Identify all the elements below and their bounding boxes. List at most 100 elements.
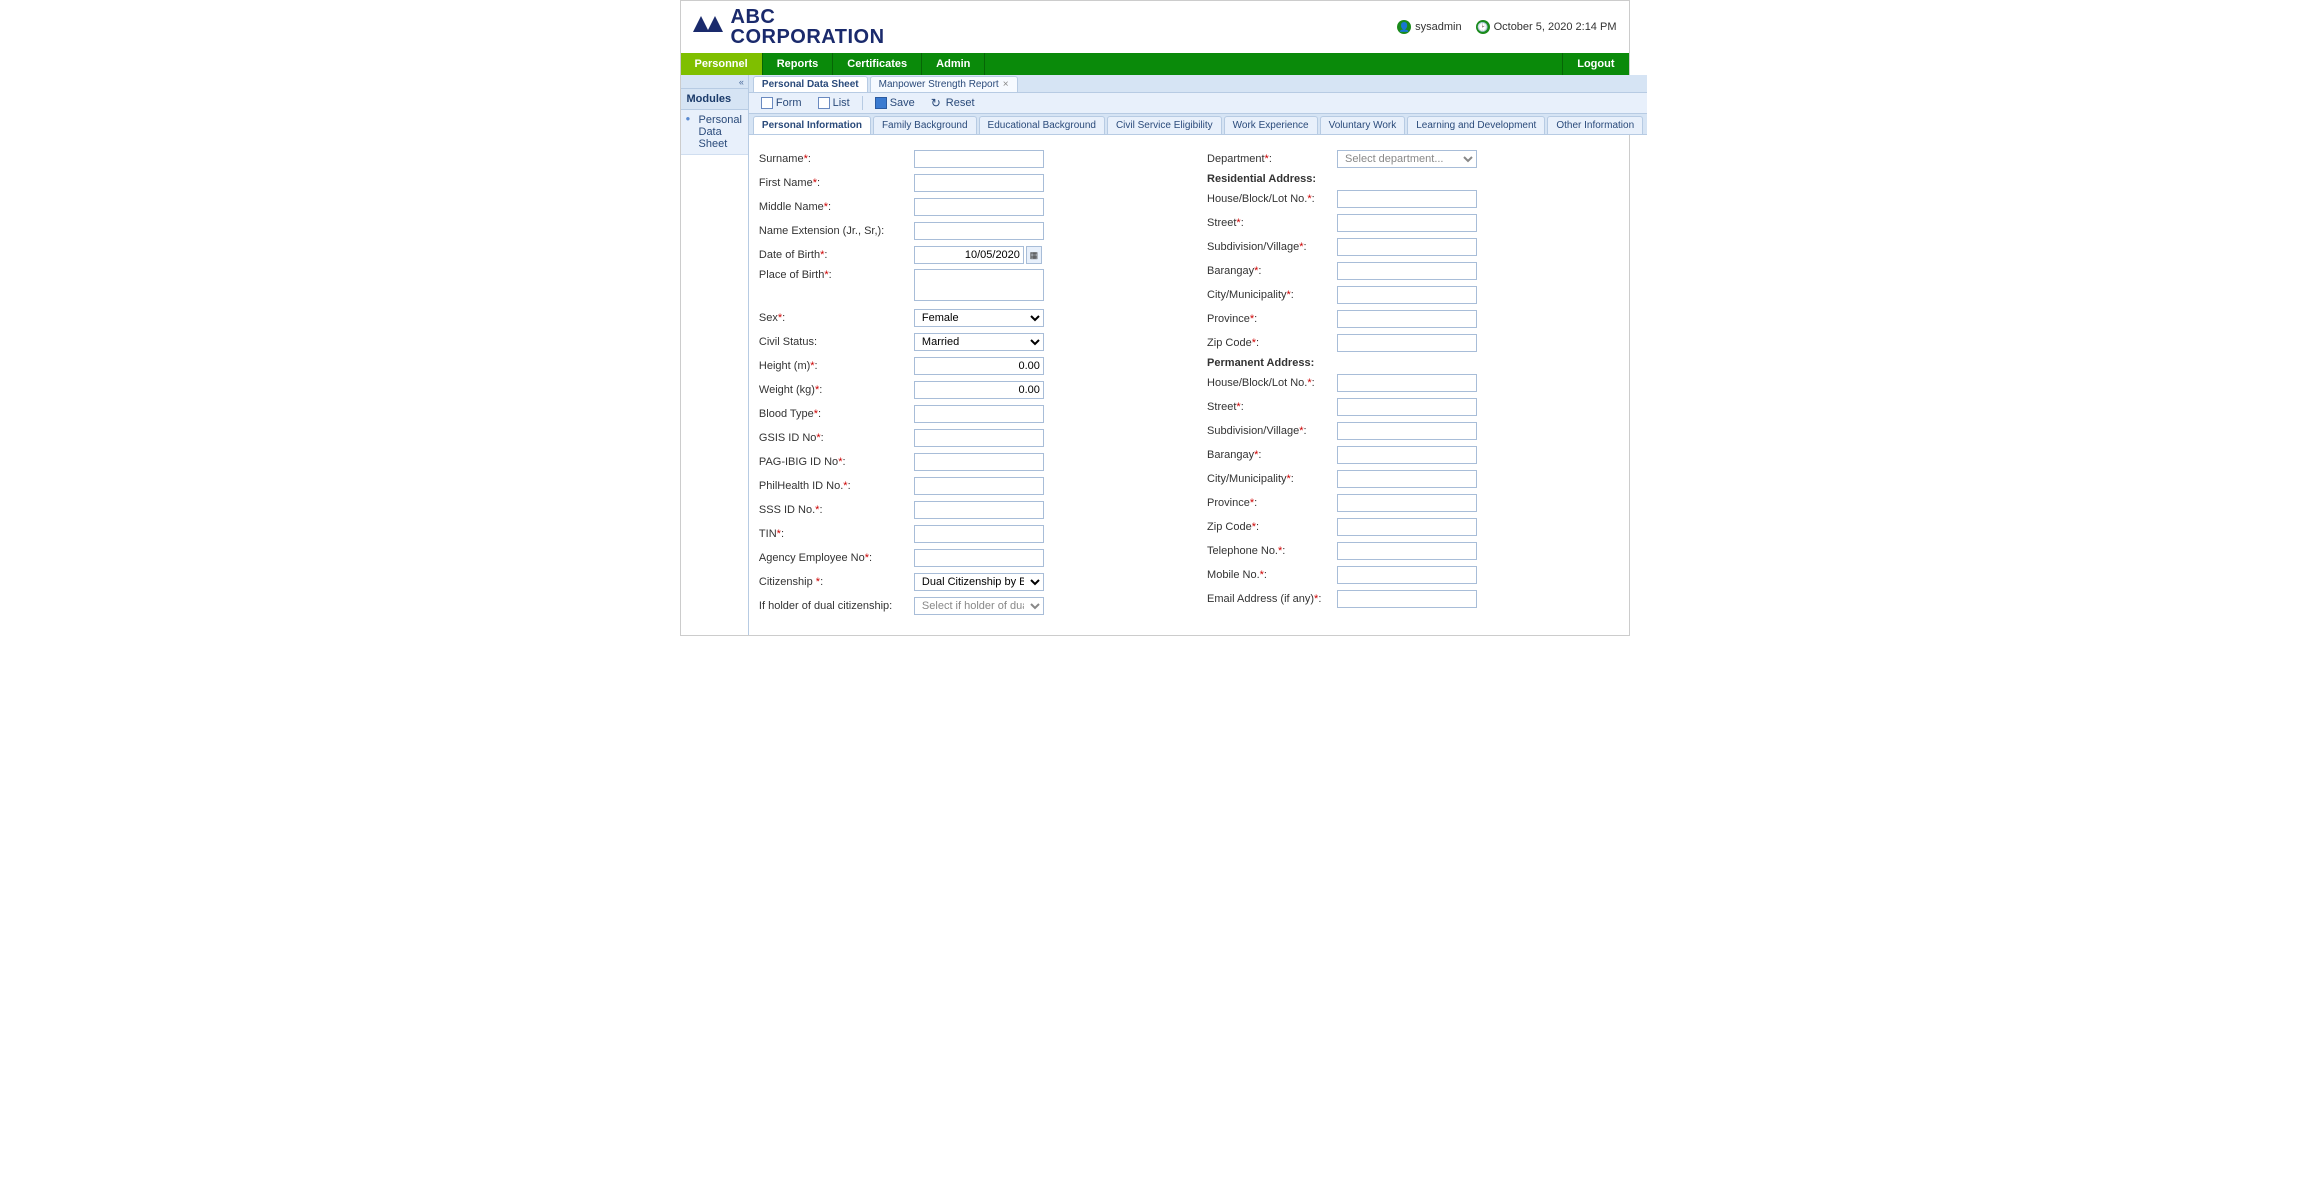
perm-zip-input[interactable] <box>1337 518 1477 536</box>
sss-input[interactable] <box>914 501 1044 519</box>
philhealth-input[interactable] <box>914 477 1044 495</box>
gsis-label: GSIS ID No*: <box>759 432 914 444</box>
form-area: Surname*: First Name*: Middle Name*: Nam… <box>749 135 1647 634</box>
user-icon: 👤 <box>1397 20 1411 34</box>
tin-label: TIN*: <box>759 528 914 540</box>
tab-learning[interactable]: Learning and Development <box>1407 116 1545 134</box>
email-input[interactable] <box>1337 590 1477 608</box>
first-name-input[interactable] <box>914 174 1044 192</box>
res-subdiv-input[interactable] <box>1337 238 1477 256</box>
clock-icon: 🕑 <box>1476 20 1490 34</box>
list-icon <box>818 97 830 109</box>
sidebar-collapse[interactable]: « <box>681 75 748 89</box>
perm-street-label: Street*: <box>1207 401 1337 413</box>
nav-reports[interactable]: Reports <box>763 53 834 75</box>
perm-barangay-label: Barangay*: <box>1207 449 1337 461</box>
perm-city-label: City/Municipality*: <box>1207 473 1337 485</box>
toolbar-form[interactable]: Form <box>757 96 806 110</box>
perm-street-input[interactable] <box>1337 398 1477 416</box>
toolbar-reset[interactable]: ↻Reset <box>927 96 979 110</box>
sidebar-item-pds[interactable]: Personal Data Sheet <box>681 110 748 155</box>
height-input[interactable] <box>914 357 1044 375</box>
datetime-indicator: 🕑 October 5, 2020 2:14 PM <box>1476 20 1617 34</box>
department-select[interactable]: Select department... <box>1337 150 1477 168</box>
res-house-input[interactable] <box>1337 190 1477 208</box>
reset-icon: ↻ <box>931 97 943 109</box>
logo: ABC CORPORATION <box>693 7 885 47</box>
pagibig-input[interactable] <box>914 453 1044 471</box>
res-barangay-input[interactable] <box>1337 262 1477 280</box>
civil-status-select[interactable]: Married <box>914 333 1044 351</box>
main-nav: Personnel Reports Certificates Admin Log… <box>681 53 1629 75</box>
res-house-label: House/Block/Lot No.*: <box>1207 193 1337 205</box>
tin-input[interactable] <box>914 525 1044 543</box>
telephone-input[interactable] <box>1337 542 1477 560</box>
pob-input[interactable] <box>914 269 1044 301</box>
res-zip-input[interactable] <box>1337 334 1477 352</box>
toolbar-form-label: Form <box>776 97 802 109</box>
weight-input[interactable] <box>914 381 1044 399</box>
agency-emp-label: Agency Employee No*: <box>759 552 914 564</box>
name-ext-input[interactable] <box>914 222 1044 240</box>
tab-civil-service[interactable]: Civil Service Eligibility <box>1107 116 1222 134</box>
dual-citizenship-select[interactable]: Select if holder of dual citizenshi <box>914 597 1044 615</box>
tab-voluntary[interactable]: Voluntary Work <box>1320 116 1406 134</box>
tab-personal-info[interactable]: Personal Information <box>753 116 871 134</box>
datetime-label: October 5, 2020 2:14 PM <box>1494 21 1617 33</box>
toolbar-list[interactable]: List <box>814 96 854 110</box>
sidebar: « Modules Personal Data Sheet <box>681 75 749 635</box>
pob-label: Place of Birth*: <box>759 269 914 281</box>
save-icon <box>875 97 887 109</box>
nav-admin[interactable]: Admin <box>922 53 985 75</box>
toolbar: Form List Save ↻Reset <box>749 93 1647 114</box>
citizenship-select[interactable]: Dual Citizenship by Birth <box>914 573 1044 591</box>
res-city-label: City/Municipality*: <box>1207 289 1337 301</box>
dob-input[interactable] <box>914 246 1024 264</box>
perm-province-input[interactable] <box>1337 494 1477 512</box>
body: « Modules Personal Data Sheet Personal D… <box>681 75 1629 635</box>
tab-work-exp[interactable]: Work Experience <box>1224 116 1318 134</box>
calendar-icon[interactable]: ▦ <box>1026 246 1042 264</box>
perm-house-input[interactable] <box>1337 374 1477 392</box>
toolbar-separator <box>862 96 863 110</box>
sidebar-header: Modules <box>681 89 748 110</box>
doc-tab-label: Personal Data Sheet <box>762 79 859 90</box>
toolbar-reset-label: Reset <box>946 97 975 109</box>
tab-education[interactable]: Educational Background <box>979 116 1105 134</box>
res-city-input[interactable] <box>1337 286 1477 304</box>
doc-tab-manpower[interactable]: Manpower Strength Report × <box>870 76 1018 92</box>
user-indicator[interactable]: 👤 sysadmin <box>1397 20 1461 34</box>
surname-input[interactable] <box>914 150 1044 168</box>
permanent-address-heading: Permanent Address: <box>1207 357 1637 369</box>
perm-city-input[interactable] <box>1337 470 1477 488</box>
nav-certificates[interactable]: Certificates <box>833 53 922 75</box>
nav-logout[interactable]: Logout <box>1562 53 1628 75</box>
sex-select[interactable]: Female <box>914 309 1044 327</box>
close-icon[interactable]: × <box>1003 79 1009 90</box>
gsis-input[interactable] <box>914 429 1044 447</box>
perm-subdiv-input[interactable] <box>1337 422 1477 440</box>
middle-name-label: Middle Name*: <box>759 201 914 213</box>
res-street-input[interactable] <box>1337 214 1477 232</box>
res-barangay-label: Barangay*: <box>1207 265 1337 277</box>
middle-name-input[interactable] <box>914 198 1044 216</box>
toolbar-save[interactable]: Save <box>871 96 919 110</box>
tab-family[interactable]: Family Background <box>873 116 977 134</box>
form-icon <box>761 97 773 109</box>
blood-type-input[interactable] <box>914 405 1044 423</box>
dob-label: Date of Birth*: <box>759 249 914 261</box>
doc-tabs: Personal Data Sheet Manpower Strength Re… <box>749 75 1647 93</box>
tab-other[interactable]: Other Information <box>1547 116 1643 134</box>
res-province-input[interactable] <box>1337 310 1477 328</box>
agency-emp-input[interactable] <box>914 549 1044 567</box>
res-province-label: Province*: <box>1207 313 1337 325</box>
nav-personnel[interactable]: Personnel <box>681 53 763 75</box>
surname-label: Surname*: <box>759 153 914 165</box>
perm-barangay-input[interactable] <box>1337 446 1477 464</box>
res-street-label: Street*: <box>1207 217 1337 229</box>
weight-label: Weight (kg)*: <box>759 384 914 396</box>
blood-type-label: Blood Type*: <box>759 408 914 420</box>
name-ext-label: Name Extension (Jr., Sr,): <box>759 225 914 237</box>
mobile-input[interactable] <box>1337 566 1477 584</box>
doc-tab-pds[interactable]: Personal Data Sheet <box>753 76 868 92</box>
